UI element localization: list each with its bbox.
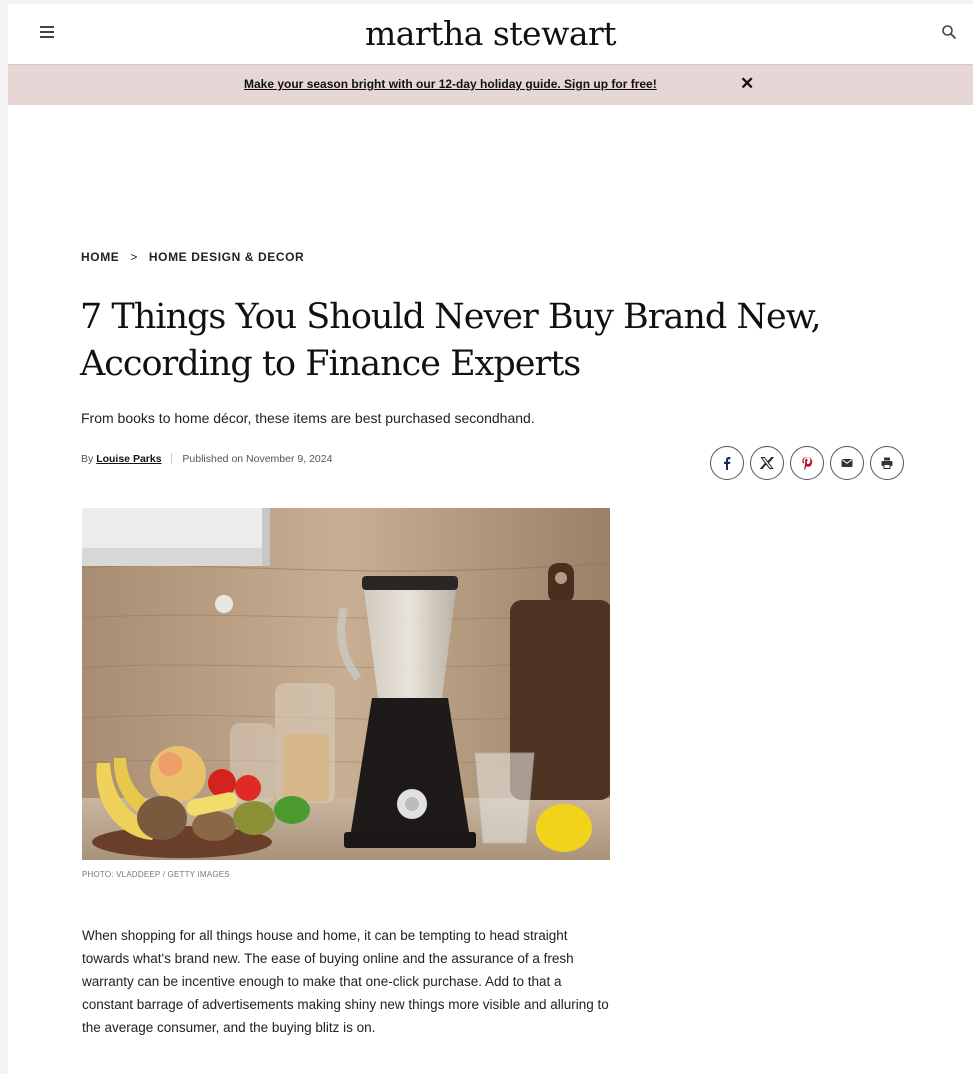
email-share-button[interactable]	[830, 446, 864, 480]
byline: By Louise Parks Published on November 9,…	[81, 453, 332, 465]
facebook-share-button[interactable]	[710, 446, 744, 480]
byline-divider	[171, 453, 173, 464]
search-icon[interactable]	[941, 24, 957, 40]
article-title: 7 Things You Should Never Buy Brand New,…	[80, 297, 822, 384]
promo-banner: Make your season bright with our 12-day …	[8, 64, 973, 105]
site-header: martha stewart	[8, 4, 973, 64]
x-icon	[760, 457, 774, 469]
facebook-icon	[724, 457, 731, 470]
breadcrumb: HOME > HOME DESIGN & DECOR	[81, 250, 304, 264]
article-body-paragraph: When shopping for all things house and h…	[82, 928, 609, 1035]
pinterest-share-button[interactable]	[790, 446, 824, 480]
photo-credit: PHOTO: VLADDEEP / GETTY IMAGES	[82, 870, 230, 879]
close-icon[interactable]: ✕	[740, 75, 754, 93]
print-icon	[881, 457, 893, 469]
print-button[interactable]	[870, 446, 904, 480]
byline-prefix: By	[81, 453, 94, 465]
publish-date: Published on November 9, 2024	[182, 453, 333, 465]
share-bar	[710, 446, 904, 480]
x-share-button[interactable]	[750, 446, 784, 480]
breadcrumb-separator-icon: >	[130, 250, 138, 264]
email-icon	[841, 459, 853, 467]
page: martha stewart Make your season bright w…	[8, 4, 973, 1074]
article-subtitle: From books to home décor, these items ar…	[81, 410, 535, 426]
site-logo[interactable]: martha stewart	[8, 14, 973, 53]
pinterest-icon	[802, 457, 813, 470]
promo-link[interactable]: Make your season bright with our 12-day …	[244, 77, 657, 91]
kitchen-photo-illustration	[82, 508, 610, 860]
breadcrumb-home-design-decor[interactable]: HOME DESIGN & DECOR	[149, 250, 304, 264]
breadcrumb-home[interactable]: HOME	[81, 250, 119, 264]
hero-image	[82, 508, 610, 860]
author-link[interactable]: Louise Parks	[96, 453, 161, 465]
